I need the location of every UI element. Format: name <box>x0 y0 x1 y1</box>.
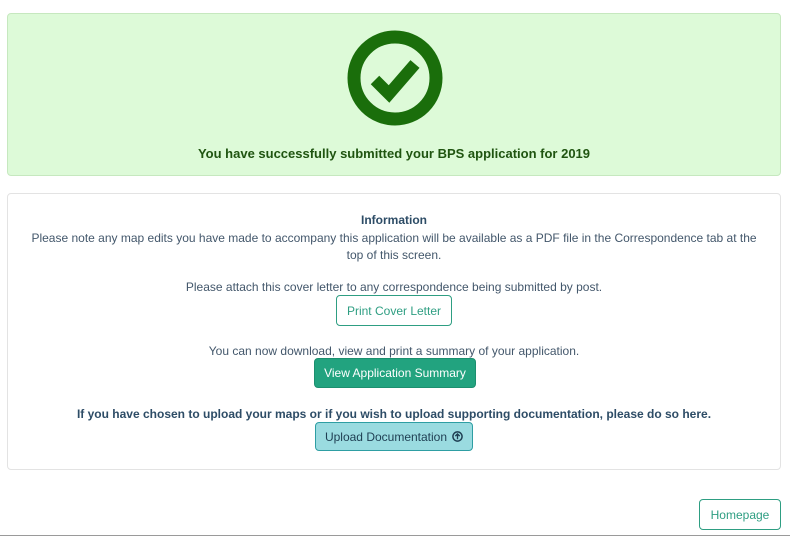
success-message: You have successfully submitted your BPS… <box>197 146 591 161</box>
information-title: Information <box>361 213 427 227</box>
check-circle-icon <box>347 30 443 126</box>
cover-letter-text: Please attach this cover letter to any c… <box>185 280 603 294</box>
upload-instruction: If you have chosen to upload your maps o… <box>76 407 712 421</box>
arrow-circle-up-icon <box>452 431 463 442</box>
map-edits-note: Please note any map edits you have made … <box>31 231 757 262</box>
bottom-divider <box>0 535 790 536</box>
upload-documentation-button[interactable]: Upload Documentation <box>315 422 473 451</box>
upload-documentation-label: Upload Documentation <box>324 429 448 444</box>
success-panel: You have successfully submitted your BPS… <box>7 13 781 176</box>
homepage-button[interactable]: Homepage <box>699 499 781 530</box>
information-panel: Information Please note any map edits yo… <box>7 193 781 470</box>
summary-text: You can now download, view and print a s… <box>208 344 580 358</box>
print-cover-letter-button[interactable]: Print Cover Letter <box>336 295 452 326</box>
view-application-summary-button[interactable]: View Application Summary <box>314 358 476 388</box>
